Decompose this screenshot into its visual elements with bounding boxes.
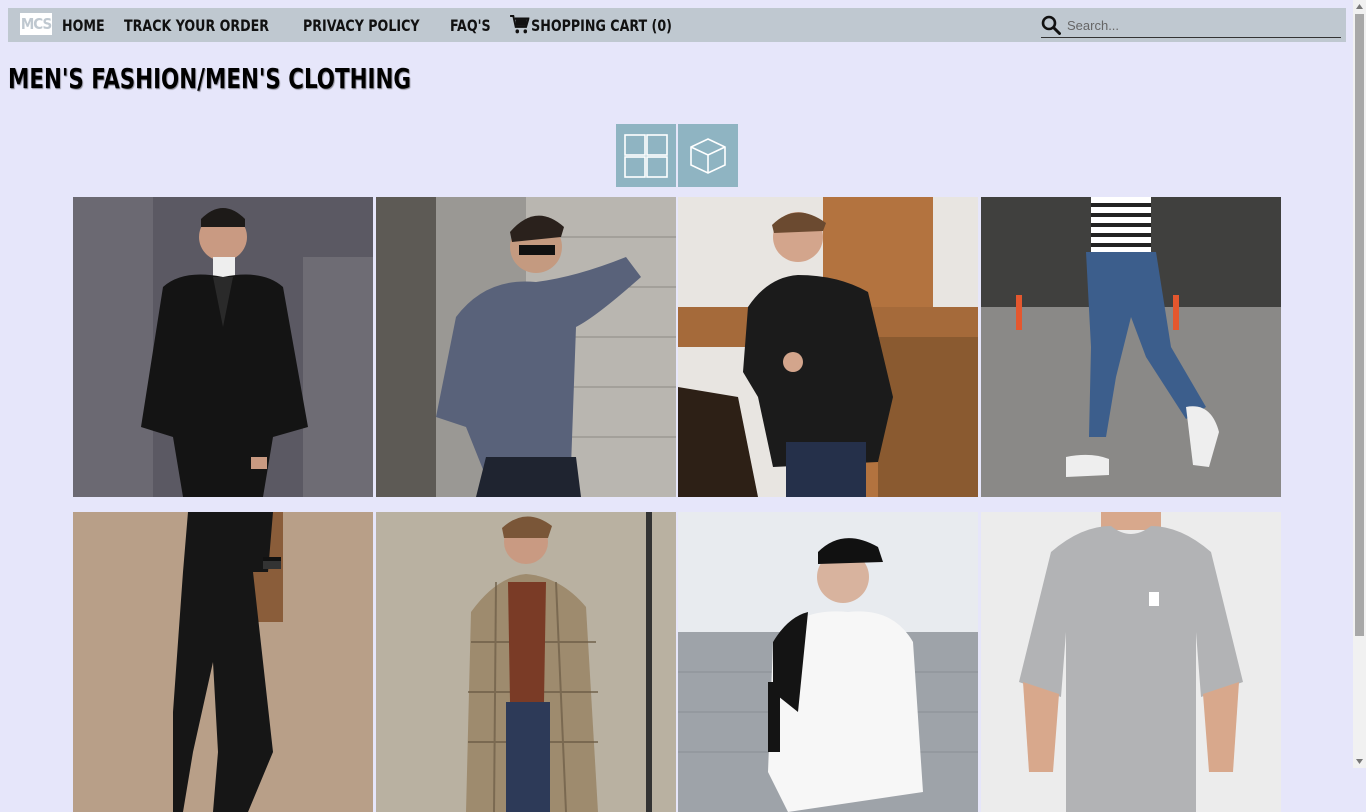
nav-home-link[interactable]: HOME [62, 16, 105, 35]
top-navbar: MCS HOME TRACK YOUR ORDER PRIVACY POLICY… [8, 8, 1346, 42]
product-image-grey-hoodie [376, 197, 676, 497]
nav-faq-link[interactable]: FAQ'S [450, 16, 491, 35]
product-tile-joggers[interactable] [73, 512, 373, 812]
product-tile-jeans[interactable] [981, 197, 1281, 497]
product-tile-hoodie[interactable] [376, 197, 676, 497]
nav-shopping-cart-link[interactable]: SHOPPING CART (0) [510, 15, 672, 35]
3d-view-button[interactable] [678, 124, 738, 187]
page-title: MEN'S FASHION/MEN'S CLOTHING [8, 62, 411, 95]
product-tile-grey-tshirt[interactable] [981, 512, 1281, 812]
product-image-leather-jacket [678, 197, 978, 497]
search-box [1041, 13, 1341, 38]
page-scrollbar[interactable] [1353, 0, 1366, 768]
3d-cube-view-icon [690, 137, 726, 174]
scrollbar-thumb[interactable] [1355, 14, 1364, 636]
shopping-cart-icon [510, 15, 530, 34]
search-input[interactable] [1065, 16, 1339, 34]
product-tile-leather-jacket[interactable] [678, 197, 978, 497]
grid-view-button[interactable] [616, 124, 676, 187]
product-image-plaid-coat [376, 512, 676, 812]
site-logo[interactable]: MCS [20, 13, 52, 35]
product-image-black-joggers [73, 512, 373, 812]
product-tile-suit[interactable] [73, 197, 373, 497]
shopping-cart-label: SHOPPING CART (0) [531, 15, 672, 35]
search-icon[interactable] [1041, 15, 1061, 35]
nav-track-order-link[interactable]: TRACK YOUR ORDER [124, 16, 269, 35]
product-image-grey-tshirt [981, 512, 1281, 812]
nav-privacy-policy-link[interactable]: PRIVACY POLICY [303, 16, 420, 35]
product-image-blue-jeans [981, 197, 1281, 497]
nav-links: HOME TRACK YOUR ORDER PRIVACY POLICY FAQ… [62, 8, 708, 42]
product-tile-plaid-coat[interactable] [376, 512, 676, 812]
product-image-black-suit [73, 197, 373, 497]
view-toggle [616, 124, 738, 187]
product-image-white-sweatshirt [678, 512, 978, 812]
scroll-up-arrow-icon[interactable] [1355, 2, 1364, 11]
grid-view-icon [624, 133, 668, 178]
product-tile-white-sweatshirt[interactable] [678, 512, 978, 812]
scroll-down-arrow-icon[interactable] [1355, 757, 1364, 766]
